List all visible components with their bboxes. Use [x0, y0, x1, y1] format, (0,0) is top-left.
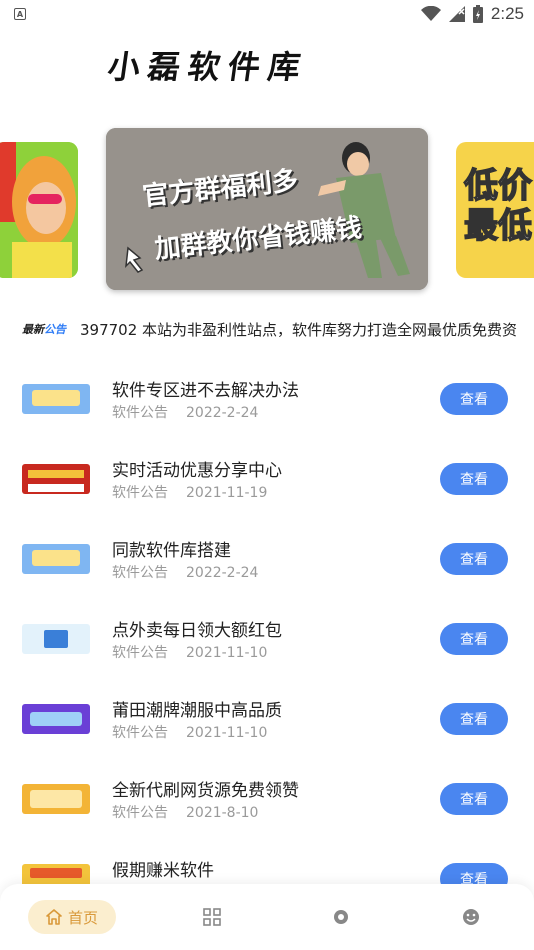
battery-icon: [472, 5, 483, 23]
announcement-tag: 最新公告: [22, 321, 66, 337]
bottom-tab-bar: 首页: [0, 884, 534, 950]
app-logo: 小磊软件库: [105, 48, 311, 86]
item-meta: 软件公告 2022-2-24: [112, 562, 258, 582]
item-meta: 软件公告 2021-8-10: [112, 802, 258, 822]
item-title: 莆田潮牌潮服中高品质: [112, 701, 282, 721]
list-item[interactable]: 同款软件库搭建 软件公告 2022-2-24 查看: [0, 518, 534, 598]
banner-slide-active[interactable]: 官方群福利多 加群教你省钱赚钱: [106, 128, 428, 290]
view-button[interactable]: 查看: [440, 703, 508, 735]
tab-home[interactable]: 首页: [28, 900, 116, 934]
item-title: 全新代刷网货源免费领赞: [112, 781, 299, 801]
clock: 2:25: [490, 4, 524, 23]
banner-illustration: [0, 142, 78, 278]
item-thumbnail: [22, 784, 90, 814]
item-date: 2022-2-24: [186, 405, 259, 421]
item-date: 2021-11-19: [186, 485, 268, 501]
tab-profile[interactable]: [454, 900, 488, 934]
item-thumbnail: [22, 544, 90, 574]
item-date: 2021-11-10: [186, 645, 268, 661]
announcement-tag-highlight: 公告: [44, 323, 66, 336]
announcement-tag-prefix: 最新: [22, 323, 44, 336]
item-date: 2021-11-10: [186, 725, 268, 741]
item-title: 软件专区进不去解决办法: [112, 381, 299, 401]
status-icons: 2:25: [420, 4, 524, 24]
item-date: 2021-8-10: [186, 805, 259, 821]
list-item[interactable]: 软件专区进不去解决办法 软件公告 2022-2-24 查看: [0, 358, 534, 438]
list-item[interactable]: 莆田潮牌潮服中高品质 软件公告 2021-11-10 查看: [0, 678, 534, 758]
tab-categories[interactable]: [195, 900, 229, 934]
item-meta: 软件公告 2021-11-10: [112, 722, 267, 742]
item-meta: 软件公告 2022-2-24: [112, 402, 258, 422]
a-icon: A: [14, 8, 26, 20]
item-thumbnail: [22, 384, 90, 414]
list-item[interactable]: 点外卖每日领大额红包 软件公告 2021-11-10 查看: [0, 598, 534, 678]
banner-slide-prev[interactable]: [0, 142, 78, 278]
item-category: 软件公告: [112, 725, 168, 741]
item-title: 实时活动优惠分享中心: [112, 461, 282, 481]
discover-icon: [334, 910, 348, 924]
tab-discover[interactable]: [324, 900, 358, 934]
smile-icon: [463, 909, 479, 925]
item-meta: 软件公告 2021-11-19: [112, 482, 267, 502]
list-item[interactable]: 全新代刷网货源免费领赞 软件公告 2021-8-10 查看: [0, 758, 534, 838]
item-date: 2022-2-24: [186, 565, 259, 581]
wifi-icon: [420, 6, 441, 21]
item-category: 软件公告: [112, 405, 168, 421]
announcement-bar[interactable]: 最新公告 397702 本站为非盈利性站点，软件库努力打造全网最优质免费资: [0, 318, 534, 340]
item-thumbnail: [22, 704, 90, 734]
item-category: 软件公告: [112, 645, 168, 661]
banner-carousel[interactable]: 官方群福利多 加群教你省钱赚钱 低价 最低: [0, 128, 534, 292]
item-category: 软件公告: [112, 565, 168, 581]
status-bar: A 2:25: [0, 0, 534, 28]
home-icon: [46, 909, 62, 925]
view-button[interactable]: 查看: [440, 463, 508, 495]
announcement-text: 397702 本站为非盈利性站点，软件库努力打造全网最优质免费资: [80, 320, 518, 339]
signal-icon: [448, 6, 465, 22]
banner-next-text: 低价 最低: [463, 165, 533, 247]
item-thumbnail: [22, 624, 90, 654]
item-thumbnail: [22, 464, 90, 494]
item-title: 点外卖每日领大额红包: [112, 621, 282, 641]
banner-slide-next[interactable]: 低价 最低: [456, 142, 534, 278]
item-meta: 软件公告 2021-11-10: [112, 642, 267, 662]
view-button[interactable]: 查看: [440, 783, 508, 815]
grid-icon: [203, 908, 221, 926]
item-category: 软件公告: [112, 805, 168, 821]
view-button[interactable]: 查看: [440, 383, 508, 415]
view-button[interactable]: 查看: [440, 623, 508, 655]
tab-home-label: 首页: [67, 908, 98, 927]
item-title: 假期赚米软件: [112, 861, 214, 881]
list-item[interactable]: 实时活动优惠分享中心 软件公告 2021-11-19 查看: [0, 438, 534, 518]
item-title: 同款软件库搭建: [112, 541, 231, 561]
item-category: 软件公告: [112, 485, 168, 501]
view-button[interactable]: 查看: [440, 543, 508, 575]
